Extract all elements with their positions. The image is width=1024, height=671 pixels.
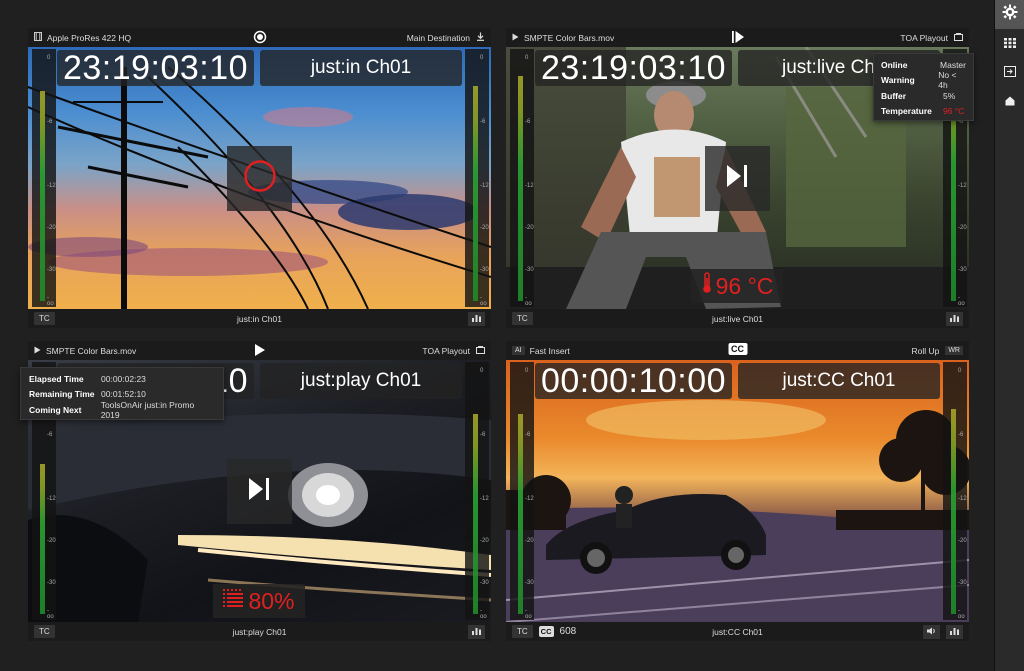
bar-chart-icon bbox=[950, 627, 959, 637]
channel-tile-just-in[interactable]: Apple ProRes 422 HQ Main Destination 0 -… bbox=[28, 28, 491, 328]
closed-caption-status[interactable]: CC bbox=[728, 343, 747, 355]
buffer-icon bbox=[223, 588, 245, 615]
record-button[interactable] bbox=[227, 146, 292, 211]
channel-tile-just-cc[interactable]: AI Fast Insert CC Roll Up WR 0 -6 -12 -2… bbox=[506, 341, 969, 641]
download-icon[interactable] bbox=[476, 32, 485, 43]
audio-meter-left: 0 -6 -12 -20 -30 -oo bbox=[510, 49, 534, 307]
settings-button[interactable] bbox=[995, 0, 1024, 29]
tile-bottom-bar: TC CC 608 just:CC Ch01 bbox=[506, 622, 969, 641]
audio-meter-right: 0 -6 -12 -20 -30 -oo bbox=[465, 362, 489, 620]
channel-name-label: just:play Ch01 bbox=[232, 626, 287, 637]
speaker-icon bbox=[926, 627, 937, 637]
audio-levels-button[interactable] bbox=[468, 624, 485, 639]
video-preview: 0 -6 -12 -20 -30 -oo 0 -6 -12 -20 -30 -o… bbox=[28, 47, 491, 309]
gear-icon bbox=[1002, 4, 1018, 25]
tile-bottom-bar: TC just:live Ch01 bbox=[506, 309, 969, 328]
audio-levels-button[interactable] bbox=[946, 311, 963, 326]
destination-label: TOA Playout bbox=[900, 32, 948, 43]
volume-button[interactable] bbox=[923, 624, 940, 639]
tile-top-bar: SMPTE Color Bars.mov TOA Playout bbox=[28, 341, 491, 360]
timecode-display: 23:19:03:10 bbox=[57, 49, 254, 87]
wr-badge[interactable]: WR bbox=[945, 346, 963, 355]
audio-levels-button[interactable] bbox=[946, 624, 963, 639]
channel-name-display: just:play Ch01 bbox=[260, 363, 462, 399]
time-row-coming-next: Coming Next ToolsOnAir just:in Promo 201… bbox=[29, 399, 195, 420]
tc-button[interactable]: TC bbox=[512, 312, 533, 325]
right-sidebar bbox=[994, 0, 1024, 671]
status-row-temperature: Temperature 96 °C bbox=[881, 106, 965, 117]
grid-icon bbox=[1004, 35, 1016, 53]
clip-name-label: SMPTE Color Bars.mov bbox=[524, 32, 615, 43]
app-window: Apple ProRes 422 HQ Main Destination 0 -… bbox=[0, 0, 1024, 671]
play-small-icon bbox=[512, 33, 519, 43]
tile-top-bar: Apple ProRes 422 HQ Main Destination bbox=[28, 28, 491, 47]
record-status-icon[interactable] bbox=[253, 30, 267, 44]
record-icon bbox=[243, 159, 277, 198]
play-button[interactable] bbox=[705, 146, 770, 211]
temperature-warning-badge: 96 °C bbox=[691, 269, 783, 303]
destination-label: Main Destination bbox=[406, 32, 470, 43]
tile-top-bar: AI Fast Insert CC Roll Up WR bbox=[506, 341, 969, 360]
codec-label: Apple ProRes 422 HQ bbox=[47, 32, 132, 43]
film-icon bbox=[34, 32, 42, 43]
timecode-display: 23:19:03:10 bbox=[535, 49, 732, 87]
home-button[interactable] bbox=[995, 87, 1024, 116]
thermometer-icon bbox=[701, 272, 713, 300]
cc-icon[interactable]: CC bbox=[538, 626, 554, 637]
ai-badge: AI bbox=[512, 346, 525, 355]
bar-chart-icon bbox=[950, 314, 959, 324]
audio-meter-right: 0 -6 -12 -20 -30 -oo bbox=[465, 49, 489, 307]
audio-levels-button[interactable] bbox=[468, 311, 485, 326]
clip-name-label: SMPTE Color Bars.mov bbox=[46, 345, 137, 356]
tile-bottom-bar: TC just:in Ch01 bbox=[28, 309, 491, 328]
cc-icon: CC bbox=[728, 343, 747, 355]
insert-mode-label: Fast Insert bbox=[529, 345, 570, 356]
play-pause-icon bbox=[725, 163, 751, 194]
buffer-warning-badge: 80% bbox=[213, 584, 305, 618]
play-status-icon[interactable] bbox=[253, 343, 267, 357]
monitor-icon[interactable] bbox=[476, 345, 485, 356]
bar-chart-icon bbox=[472, 627, 481, 637]
tc-button[interactable]: TC bbox=[512, 625, 533, 638]
channel-name-display: just:in Ch01 bbox=[260, 50, 462, 86]
channel-name-label: just:live Ch01 bbox=[711, 313, 764, 324]
tile-top-bar: SMPTE Color Bars.mov TOA Playout bbox=[506, 28, 969, 47]
time-row-elapsed: Elapsed Time 00:00:02:23 bbox=[29, 373, 146, 384]
temperature-value: 96 °C bbox=[715, 272, 774, 299]
home-icon bbox=[1005, 93, 1015, 111]
playback-time-popover: Elapsed Time 00:00:02:23 Remaining Time … bbox=[20, 367, 224, 420]
channel-status-popover: Online Master Warning No < 4h Buffer 5% … bbox=[873, 53, 974, 121]
audio-meter-left: 0 -6 -12 -20 -30 -oo bbox=[32, 49, 56, 307]
grid-view-button[interactable] bbox=[995, 29, 1024, 58]
tc-button[interactable]: TC bbox=[34, 312, 55, 325]
timecode-display: 00:00:10:00 bbox=[535, 362, 732, 400]
monitor-icon[interactable] bbox=[954, 32, 963, 43]
channel-name-display: just:CC Ch01 bbox=[738, 363, 940, 399]
playout-status-icon[interactable] bbox=[731, 30, 745, 44]
status-row-buffer: Buffer 5% bbox=[881, 90, 956, 101]
play-pause-icon bbox=[247, 476, 273, 507]
tile-bottom-bar: TC just:play Ch01 bbox=[28, 622, 491, 641]
tc-button[interactable]: TC bbox=[34, 625, 55, 638]
play-small-icon bbox=[34, 346, 41, 356]
audio-meter-left: 0 -6 -12 -20 -30 -oo bbox=[510, 362, 534, 620]
play-button[interactable] bbox=[227, 459, 292, 524]
exit-icon bbox=[1004, 64, 1016, 82]
buffer-value: 80% bbox=[248, 587, 295, 614]
caption-mode-label: Roll Up bbox=[911, 345, 940, 356]
cc-standard-label: 608 bbox=[559, 626, 577, 637]
channel-name-label: just:in Ch01 bbox=[237, 313, 282, 324]
audio-meter-right: 0 -6 -12 -20 -30 -oo bbox=[943, 362, 967, 620]
destination-label: TOA Playout bbox=[422, 345, 470, 356]
bar-chart-icon bbox=[472, 314, 481, 324]
status-row-warning: Warning No < 4h bbox=[881, 70, 957, 91]
exit-button[interactable] bbox=[995, 58, 1024, 87]
video-preview: 0 -6 -12 -20 -30 -oo 0 -6 -12 -20 -30 -o… bbox=[506, 360, 969, 622]
